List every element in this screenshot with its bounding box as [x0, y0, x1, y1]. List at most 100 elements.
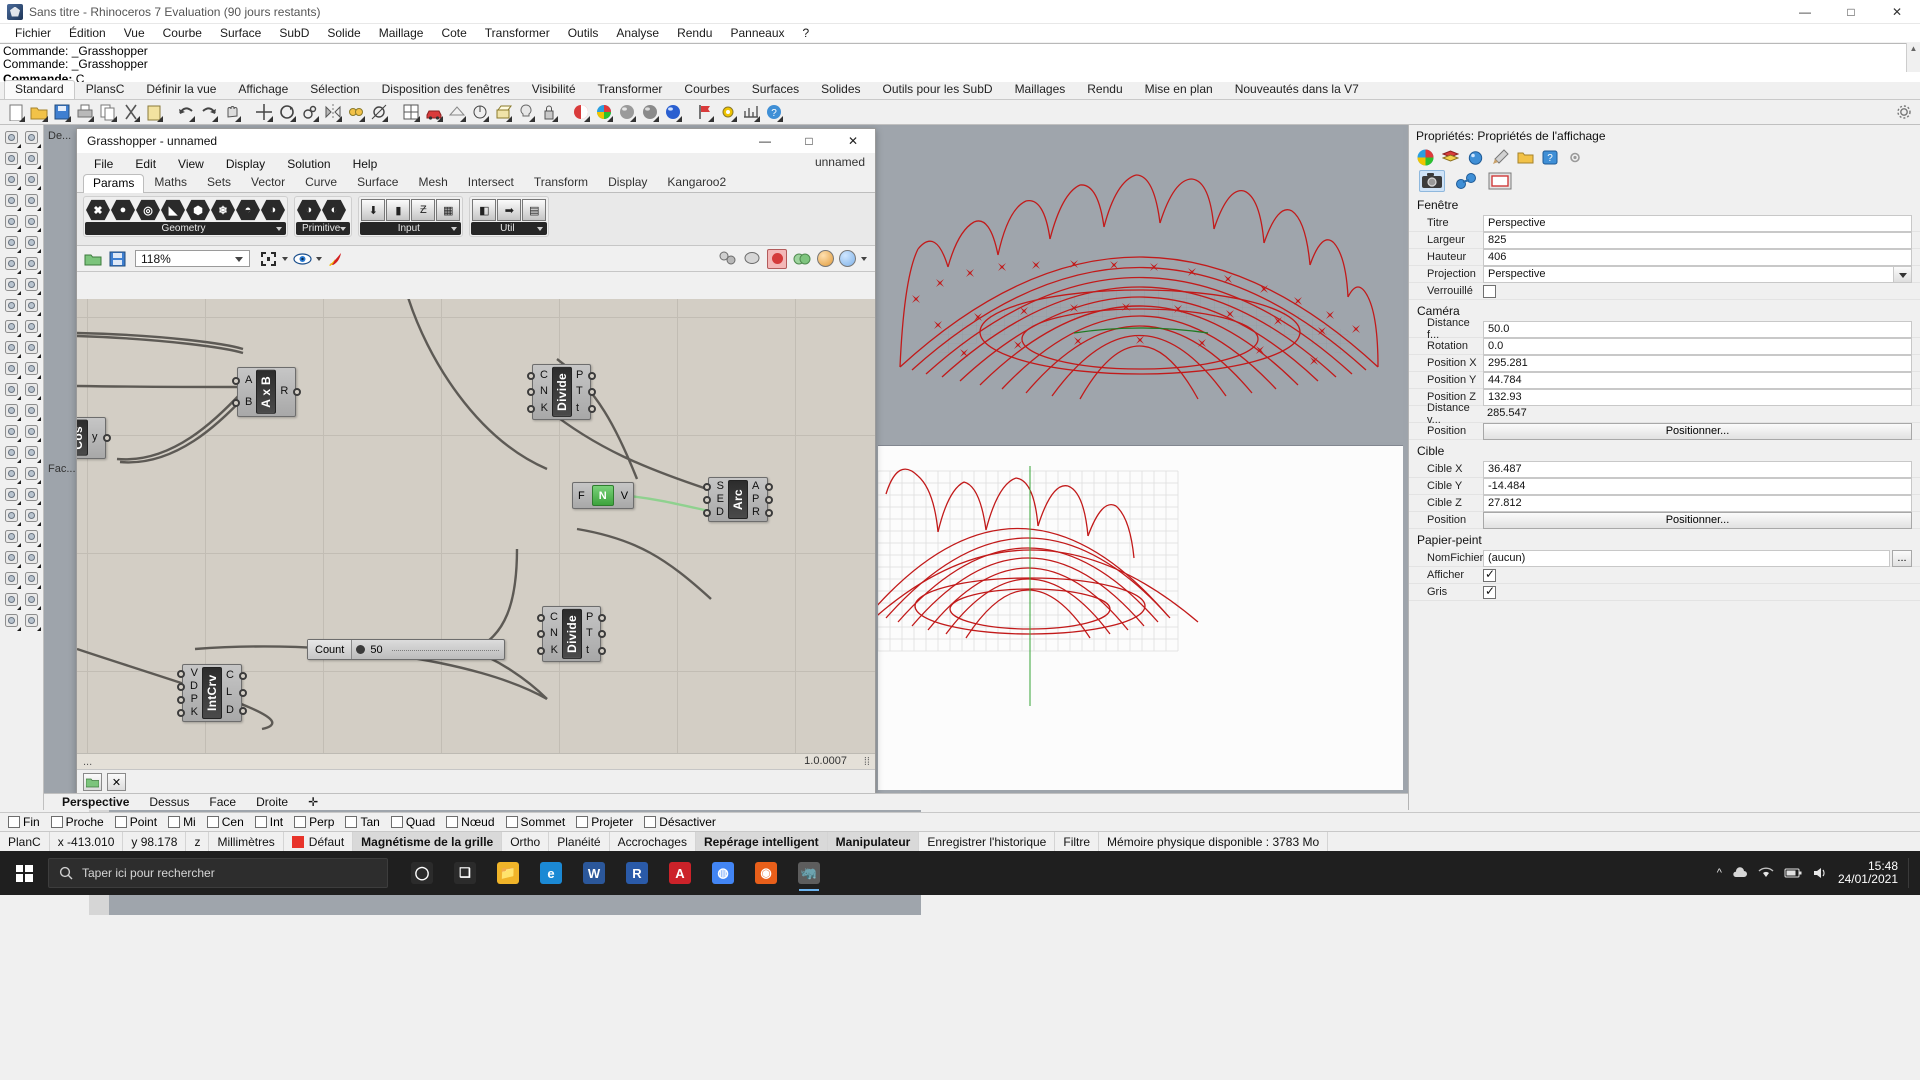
material-blue-icon[interactable]: [662, 102, 683, 123]
node-input-port[interactable]: [703, 496, 711, 504]
search-input[interactable]: Taper ici pour rechercher: [48, 858, 388, 888]
taskbar-app-firefox[interactable]: ◉: [746, 853, 786, 893]
menu-item-analyse[interactable]: Analyse: [607, 24, 668, 43]
status-toggle-magn-tisme-de-la-grille[interactable]: Magnétisme de la grille: [353, 831, 503, 852]
taskbar-app-edge[interactable]: e: [531, 853, 571, 893]
camera-icon[interactable]: [1, 610, 21, 631]
gh-maximize-button[interactable]: □: [787, 129, 831, 153]
preview-shaded-icon[interactable]: [792, 249, 812, 269]
surface-from-curves-icon[interactable]: [1, 232, 21, 253]
array-icon[interactable]: [1, 463, 21, 484]
pan-icon[interactable]: [221, 102, 242, 123]
palette-component-icon[interactable]: ✖: [86, 199, 110, 221]
osnap-checkbox[interactable]: [446, 816, 459, 828]
taskbar-app-rhino-running[interactable]: 🦏: [789, 853, 829, 893]
arrow-select-icon[interactable]: [1, 127, 21, 148]
gh-menu-edit[interactable]: Edit: [124, 157, 167, 171]
gh-tab-intersect[interactable]: Intersect: [458, 173, 524, 192]
node-arc[interactable]: S E D Arc A P R: [703, 477, 773, 522]
menu-item-vue[interactable]: Vue: [115, 24, 154, 43]
taskbar-app-cortana[interactable]: ◯: [402, 853, 442, 893]
maximize-button[interactable]: □: [1828, 0, 1874, 24]
boolean-union-icon[interactable]: [1, 337, 21, 358]
menu-item-transformer[interactable]: Transformer: [476, 24, 559, 43]
toolbar-tab-d-finir-la-vue[interactable]: Définir la vue: [135, 80, 227, 99]
analyze-icon[interactable]: [21, 526, 41, 547]
gh-close-button[interactable]: ✕: [831, 129, 875, 153]
solid-box-icon[interactable]: [1, 295, 21, 316]
node-number-green[interactable]: F N V: [572, 482, 635, 509]
property-checkbox[interactable]: [1483, 284, 1496, 298]
osnap-checkbox[interactable]: [50, 816, 63, 828]
toolbar-tab-standard[interactable]: Standard: [4, 80, 75, 99]
bake-icon[interactable]: [326, 249, 346, 269]
osnap-option-int[interactable]: Int: [254, 815, 283, 829]
frame-icon[interactable]: [1487, 170, 1513, 192]
status-layer[interactable]: Défaut: [284, 831, 354, 852]
rectangle-icon[interactable]: [21, 190, 41, 211]
patch-icon[interactable]: [21, 274, 41, 295]
gh-resize-grip[interactable]: ⁞⁞: [864, 756, 870, 768]
save-icon[interactable]: [107, 249, 127, 269]
node-input-port[interactable]: [177, 696, 185, 704]
render-color-icon[interactable]: [570, 102, 591, 123]
zoom-extents-dropdown-caret-icon[interactable]: [282, 256, 288, 261]
extrude-icon[interactable]: [21, 232, 41, 253]
add-viewport-tab-icon[interactable]: ✛: [298, 795, 328, 809]
light-icon[interactable]: [515, 102, 536, 123]
node-divide-top[interactable]: C N K Divide P T t: [527, 364, 597, 420]
cut-icon[interactable]: [120, 102, 141, 123]
status-coord-x[interactable]: x -413.010: [50, 831, 124, 852]
toolbar-tab-courbes[interactable]: Courbes: [673, 80, 740, 99]
property-value[interactable]: (aucun): [1483, 549, 1890, 567]
toolbar-tab-s-lection[interactable]: Sélection: [299, 80, 370, 99]
gh-menu-help[interactable]: Help: [342, 157, 389, 171]
mesh-from-surface-icon[interactable]: [1, 358, 21, 379]
status-toggle-plan-it-[interactable]: Planéité: [549, 831, 610, 852]
toolbar-tab-disposition-des-fen-tres[interactable]: Disposition des fenêtres: [371, 80, 521, 99]
osnap-checkbox[interactable]: [294, 816, 307, 828]
property-value[interactable]: Perspective: [1483, 214, 1912, 232]
node-output-port[interactable]: [764, 509, 773, 517]
leader-icon[interactable]: [21, 400, 41, 421]
close-button[interactable]: ✕: [1874, 0, 1920, 24]
viewport-tab-dessus[interactable]: Dessus: [139, 795, 199, 809]
checkmark-icon[interactable]: [21, 568, 41, 589]
status-filter[interactable]: Filtre: [1055, 831, 1100, 852]
node-a-times-b[interactable]: A B A x B R: [232, 367, 302, 417]
redo-icon[interactable]: [198, 102, 219, 123]
dimension-icon[interactable]: [469, 102, 490, 123]
toolbar-tab-mise-en-plan[interactable]: Mise en plan: [1134, 80, 1224, 99]
viewport-tab-face[interactable]: Face: [199, 795, 246, 809]
help-blue-icon[interactable]: ?: [763, 102, 784, 123]
transform-move-icon[interactable]: [1, 421, 21, 442]
render-icon[interactable]: [1465, 148, 1485, 166]
top-viewport[interactable]: [878, 445, 1403, 790]
print-icon[interactable]: [74, 102, 95, 123]
analyze-icon[interactable]: [740, 102, 761, 123]
node-output-port[interactable]: [238, 707, 247, 715]
tray-expand-icon[interactable]: ^: [1717, 867, 1722, 879]
osnap-option-cen[interactable]: Cen: [206, 815, 244, 829]
gear-icon[interactable]: [1565, 148, 1585, 166]
property-value[interactable]: 132.93: [1483, 388, 1912, 406]
sphere-icon[interactable]: [21, 295, 41, 316]
osnap-checkbox[interactable]: [206, 816, 219, 828]
zoom-level-combo[interactable]: 118%: [135, 250, 250, 267]
palette-component-icon[interactable]: ⬇: [361, 199, 386, 221]
sweep-icon[interactable]: [1, 274, 21, 295]
freeform-icon[interactable]: [21, 211, 41, 232]
palette-component-icon[interactable]: ❄: [211, 199, 235, 221]
scroll-up-arrow[interactable]: ▲: [1907, 43, 1920, 55]
palette-component-icon[interactable]: ◑: [261, 199, 285, 221]
node-interpolated-curve[interactable]: V D P K IntCrv C L D: [177, 664, 247, 722]
osnap-checkbox[interactable]: [345, 816, 358, 828]
taskbar-app-task-view[interactable]: ❑: [445, 853, 485, 893]
property-value[interactable]: Perspective: [1483, 265, 1912, 283]
light-icon[interactable]: [21, 547, 41, 568]
layer-icon[interactable]: [1, 547, 21, 568]
open-file-icon[interactable]: [28, 102, 49, 123]
number-slider-count[interactable]: Count 50: [307, 639, 506, 660]
sketch-icon[interactable]: [742, 249, 762, 269]
osnap-checkbox[interactable]: [505, 816, 518, 828]
